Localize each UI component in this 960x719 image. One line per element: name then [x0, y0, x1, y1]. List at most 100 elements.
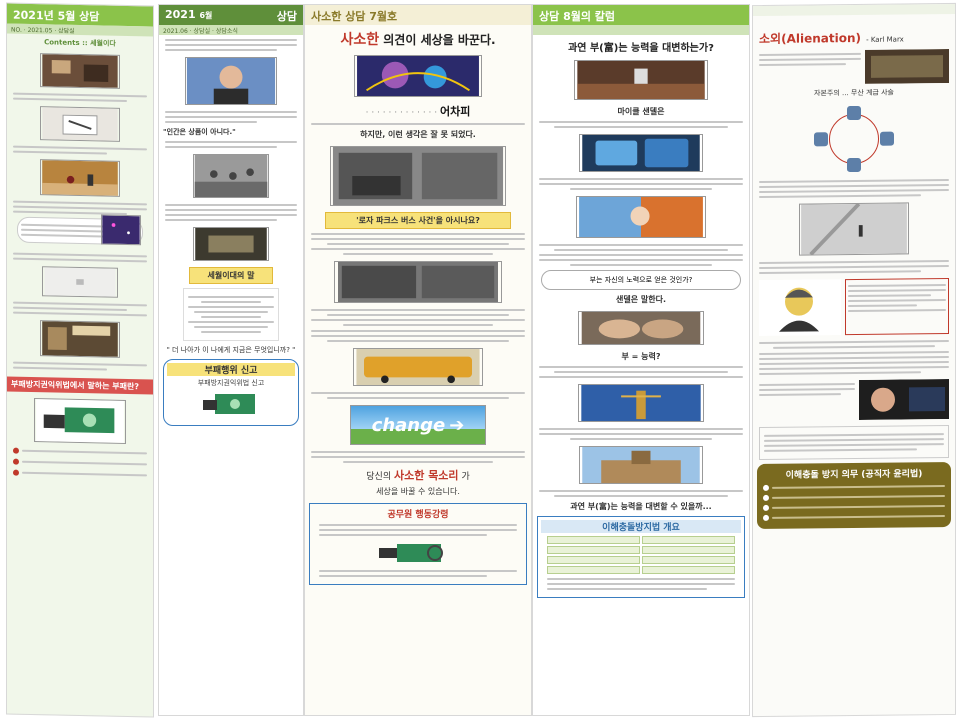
- photo-devices: [579, 134, 703, 172]
- newsletter-column-june: 2021 6월 상담 2021.06 · 상담실 · 상담소식 "인간은 상품이…: [158, 4, 304, 716]
- heading-row: 소외(Alienation) - Karl Marx: [759, 26, 949, 47]
- text-block: [759, 351, 949, 375]
- headline-rest: 의견이 세상을 바꾼다.: [383, 33, 496, 47]
- text-block: [311, 330, 525, 342]
- sub-heading: 마이클 샌델은: [617, 107, 665, 116]
- marx-portrait: [759, 279, 841, 336]
- text-block: [311, 233, 525, 255]
- closing-post: 가: [461, 472, 470, 482]
- text-block: [311, 123, 525, 125]
- quote-line: "인간은 상품이 아니다.": [163, 128, 236, 136]
- text-block: [165, 141, 297, 148]
- highlight-row: · · · · · · · · · · · · · 어차피: [365, 105, 471, 118]
- contents-label: Contents :: 세월이다: [44, 38, 116, 48]
- change-word: change: [371, 414, 446, 436]
- text-block: [759, 340, 949, 349]
- intro-row: [759, 49, 949, 85]
- masthead-subbar: NO. · 2021.05 · 상담실: [7, 23, 153, 37]
- bottom-note: " 더 나아가 이 나에게 지금은 무엇입니까? ": [166, 346, 296, 354]
- photo-factory: [865, 49, 949, 84]
- photo-bus-interior: [330, 146, 506, 206]
- masthead-subbar: [533, 25, 749, 35]
- marx-row: [759, 278, 949, 336]
- highlight-word: 어차피: [440, 105, 471, 118]
- conflict-box-title: 이해충돌방지법 개요: [541, 520, 741, 533]
- cycle-diagram: [794, 103, 914, 174]
- bullet-icon: [13, 458, 19, 465]
- question-heading: 샌델은 말한다.: [616, 295, 666, 304]
- code-of-conduct-box: 공무원 행동강령: [309, 503, 527, 585]
- quote-row: [759, 379, 949, 421]
- sub-question: 부 = 능력?: [621, 352, 661, 361]
- newsletter-column-august: 상담 8월의 칼럼 과연 부(富)는 능력을 대변하는가? 마이클 샌델은 부는…: [532, 4, 750, 716]
- masthead-month: 6월: [199, 11, 213, 20]
- abstract-art-image: [354, 55, 482, 97]
- bullet-icon: [763, 494, 769, 501]
- bullet-icon: [763, 514, 769, 521]
- overview-grid: [547, 536, 735, 574]
- photo-bullfight: [40, 159, 120, 197]
- newsletter-column-july: 사소한 상담 7월호 사소한 의견이 세상을 바꾼다. · · · · · · …: [304, 4, 532, 716]
- masthead: [753, 3, 955, 17]
- photo-justice-statue: [578, 384, 704, 422]
- report-box-sub: 부패방지권익위법 신고: [197, 379, 265, 387]
- magnifier-money-icon: [379, 544, 443, 562]
- text-block: [311, 392, 525, 399]
- diagram-label: 자본주의 ... 무산 계급 사슬: [814, 88, 894, 98]
- headline: 사소한 의견이 세상을 바꾼다.: [307, 29, 529, 49]
- portrait-photo: [185, 57, 277, 105]
- newsletter-column-alienation: 소외(Alienation) - Karl Marx 자본주의 ... 무산 계…: [752, 2, 956, 718]
- photo-night-sky: [101, 214, 141, 246]
- bullet-row: [13, 447, 147, 457]
- masthead-subbar: 2021.06 · 상담실 · 상담소식: [159, 25, 303, 35]
- bullet-icon: [763, 484, 769, 491]
- closing-line-2: 세상을 바꿀 수 있습니다.: [376, 487, 460, 496]
- text-block: [311, 451, 525, 463]
- question-oval: 부는 자신의 노력으로 얻은 것인가?: [541, 270, 741, 290]
- closing-red: 사소한 목소리: [394, 469, 459, 482]
- masthead-name: 상담: [276, 10, 297, 23]
- marx-notes: [845, 278, 949, 336]
- photo-lone-person: [799, 202, 909, 256]
- text-block: [539, 366, 743, 378]
- conflict-of-interest-box: 이해충돌방지법 개요: [537, 516, 745, 598]
- text-box: [759, 425, 949, 460]
- photo-room: [40, 53, 120, 89]
- photo-history: [334, 261, 502, 303]
- bullet-icon: [13, 447, 19, 454]
- text-block: [13, 145, 147, 156]
- bullet-row: [13, 469, 147, 479]
- newsletter-column-may: 2021년 5월 상담 NO. · 2021.05 · 상담실 Contents…: [6, 2, 154, 718]
- photo-university: [579, 446, 703, 484]
- photo-stone-plaque: [193, 227, 269, 261]
- photo-writing: [40, 106, 120, 142]
- photo-hands: [578, 311, 704, 345]
- conflict-duty-box: 이해충돌 방지 의무 (공직자 윤리법): [757, 461, 951, 530]
- masthead: 상담 8월의 칼럼: [533, 5, 749, 25]
- text-block: [311, 309, 525, 326]
- text-block: [539, 428, 743, 440]
- text-block: [13, 92, 147, 103]
- report-box-title: 부패행위 신고: [167, 363, 295, 376]
- text-block: [165, 204, 297, 221]
- masthead: 사소한 상담 7월호: [305, 5, 531, 25]
- photo-lecture-hall: [574, 60, 708, 100]
- text-block: [539, 244, 743, 266]
- text-block: [539, 178, 743, 190]
- text-block: [13, 301, 147, 317]
- heading: 소외(Alienation): [759, 30, 861, 46]
- headline: 과연 부(富)는 능력을 대변하는가?: [568, 43, 714, 54]
- headline-red: 사소한: [340, 32, 380, 48]
- text-block: [539, 490, 743, 497]
- corruption-definition-bar: 부패방지권익위법에서 말하는 부패란?: [7, 376, 153, 395]
- change-image: change ➔: [350, 405, 486, 445]
- photo-yellow-bus: [353, 348, 483, 386]
- bullet-icon: [763, 504, 769, 511]
- conflict-duty-title: 이해충돌 방지 의무 (공직자 윤리법): [785, 469, 923, 481]
- masthead-year: 2021: [165, 8, 196, 21]
- heading-author: - Karl Marx: [866, 35, 904, 44]
- code-of-conduct-title: 공무원 행동강령: [387, 510, 449, 520]
- money-hand-icon: [203, 394, 255, 414]
- text-block: [13, 361, 147, 372]
- text-block: [165, 111, 297, 123]
